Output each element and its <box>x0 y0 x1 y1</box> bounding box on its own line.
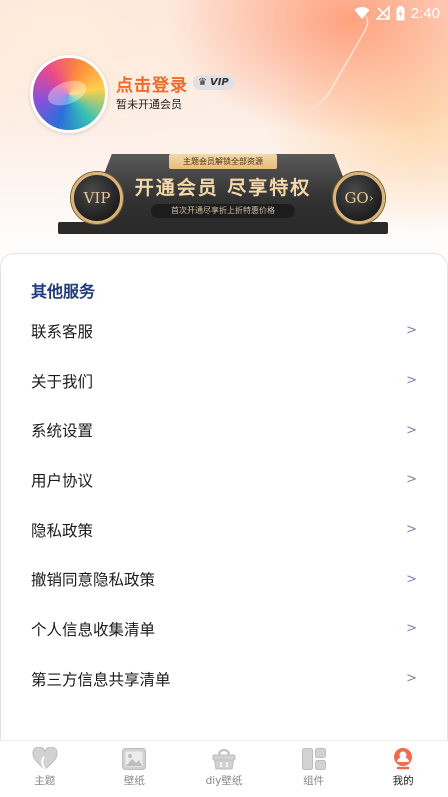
membership-status: 暂未开通会员 <box>116 98 182 111</box>
menu-item-label: 撤销同意隐私政策 <box>31 571 156 590</box>
tab-label: diy壁纸 <box>205 775 243 787</box>
menu-item-label: 系统设置 <box>31 422 94 441</box>
menu-item-label: 隐私政策 <box>31 521 94 540</box>
banner-subline: 首次开通尽享折上折特惠价格 <box>151 204 295 218</box>
tab-label: 组件 <box>303 775 325 787</box>
section-title: 其他服务 <box>31 282 96 301</box>
status-bar: 2:40 <box>354 3 440 23</box>
crown-icon: ♛ <box>198 77 207 88</box>
chevron-right-icon: > <box>406 571 417 587</box>
services-menu: 联系客服 > 关于我们 > 系统设置 > 用户协议 > 隐私政策 > 撤销同意隐… <box>1 306 447 704</box>
decorative-dots: ⁘ ⁘ <box>12 168 21 187</box>
menu-item-label: 用户协议 <box>31 471 94 490</box>
menu-item-revoke-privacy-consent[interactable]: 撤销同意隐私政策 > <box>1 554 447 604</box>
go-arrow-icon: › <box>368 191 374 205</box>
menu-item-contact-support[interactable]: 联系客服 > <box>1 306 447 356</box>
profile-header-background: 2:40 点击登录 ♛ VIP 暂未开通会员 ⁘ ⁘ 主题会员解锁全部资源 开通会… <box>0 0 448 270</box>
menu-item-third-party-sharing-list[interactable]: 第三方信息共享清单 > <box>1 654 447 704</box>
services-card: 其他服务 联系客服 > 关于我们 > 系统设置 > 用户协议 > 隐私政策 > … <box>0 253 448 754</box>
chevron-right-icon: > <box>406 472 417 488</box>
chevron-right-icon: > <box>406 522 417 538</box>
menu-item-label: 关于我们 <box>31 372 94 391</box>
menu-item-user-agreement[interactable]: 用户协议 > <box>1 455 447 505</box>
tab-wallpapers[interactable]: 壁纸 <box>90 741 180 797</box>
banner-tag: 主题会员解锁全部资源 <box>169 154 277 169</box>
widgets-icon <box>301 748 326 770</box>
vip-badge-label: VIP <box>209 77 229 88</box>
go-button[interactable]: GO › <box>333 172 385 224</box>
basket-icon <box>212 749 236 770</box>
chevron-right-icon: > <box>406 323 417 339</box>
banner-headline: 开通会员 尽享特权 <box>134 177 312 199</box>
decorative-stroke <box>271 12 377 112</box>
vip-badge: ♛ VIP <box>193 75 235 90</box>
avatar[interactable] <box>30 55 108 133</box>
menu-item-personal-info-list[interactable]: 个人信息收集清单 > <box>1 604 447 654</box>
go-button-label: GO <box>344 189 369 207</box>
tab-mine[interactable]: 我的 <box>358 741 448 797</box>
menu-item-label: 个人信息收集清单 <box>31 620 156 639</box>
chevron-right-icon: > <box>406 373 417 389</box>
menu-item-system-settings[interactable]: 系统设置 > <box>1 405 447 455</box>
heart-icon <box>32 747 58 770</box>
login-button[interactable]: 点击登录 <box>116 71 188 96</box>
status-time: 2:40 <box>410 4 440 22</box>
menu-item-privacy-policy[interactable]: 隐私政策 > <box>1 505 447 555</box>
no-signal-icon <box>375 6 390 20</box>
chevron-right-icon: > <box>406 422 417 438</box>
picture-icon <box>122 748 147 770</box>
battery-charging-icon <box>396 5 405 20</box>
chevron-right-icon: > <box>406 621 417 637</box>
vip-coin-label: VIP <box>83 189 111 207</box>
tab-label: 我的 <box>392 775 414 787</box>
menu-item-label: 联系客服 <box>31 322 94 341</box>
bottom-tab-bar: 主题 壁纸 diy壁纸 组件 我的 <box>0 740 448 797</box>
tab-widgets[interactable]: 组件 <box>269 741 359 797</box>
vip-promo-banner[interactable]: 主题会员解锁全部资源 开通会员 尽享特权 首次开通尽享折上折特惠价格 VIP G… <box>58 152 388 234</box>
wifi-icon <box>354 6 370 19</box>
vip-coin-icon: VIP <box>71 172 123 224</box>
tab-themes[interactable]: 主题 <box>0 741 90 797</box>
menu-item-label: 第三方信息共享清单 <box>31 670 171 689</box>
menu-item-about-us[interactable]: 关于我们 > <box>1 356 447 406</box>
tab-diy-wallpapers[interactable]: diy壁纸 <box>179 741 269 797</box>
chevron-right-icon: > <box>406 671 417 687</box>
tab-label: 主题 <box>34 775 56 787</box>
tab-label: 壁纸 <box>123 775 145 787</box>
profile-icon <box>394 748 413 770</box>
